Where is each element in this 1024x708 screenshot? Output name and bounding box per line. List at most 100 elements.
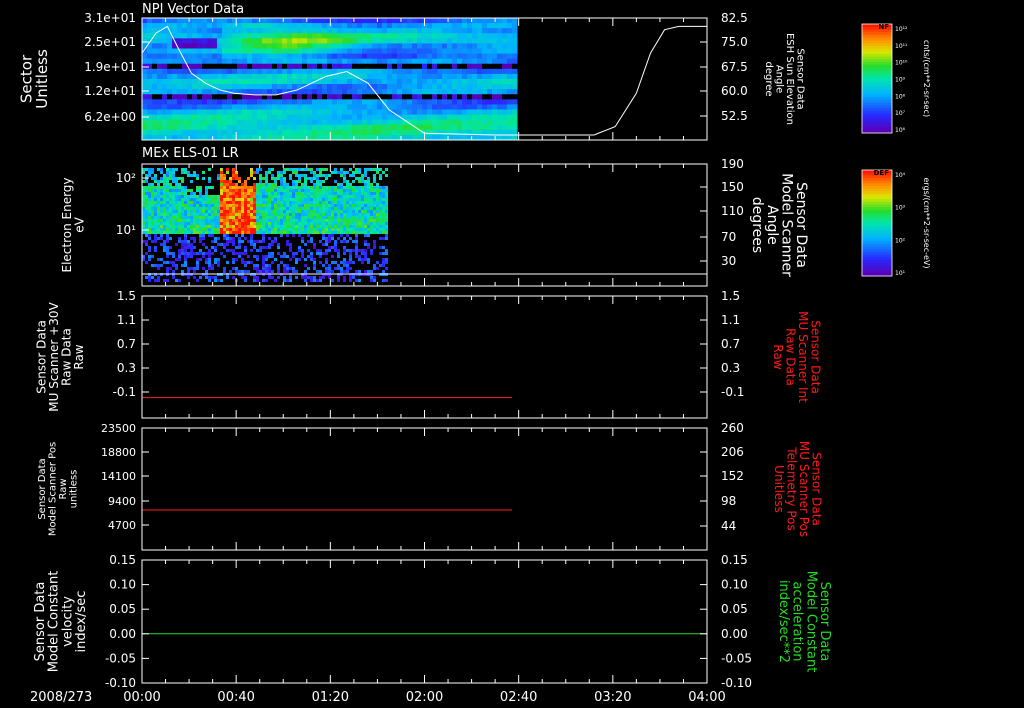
spectrogram-cell xyxy=(482,79,488,85)
spectrogram-cell xyxy=(212,63,218,70)
spectrogram-cell xyxy=(147,28,153,34)
spectrogram-cell xyxy=(232,94,238,100)
spectrogram-cell xyxy=(157,267,160,270)
spectrogram-cell xyxy=(334,186,337,189)
spectrogram-cell xyxy=(362,43,368,49)
spectrogram-cell xyxy=(352,195,355,198)
spectrogram-cell xyxy=(241,201,244,204)
spectrogram-cell xyxy=(145,174,148,177)
spectrogram-cell xyxy=(477,99,483,105)
spectrogram-cell xyxy=(343,240,346,243)
spectrogram-cell xyxy=(157,84,163,90)
spectrogram-cell xyxy=(220,171,223,174)
spectrogram-cell xyxy=(319,219,322,222)
spectrogram-cell xyxy=(342,33,348,39)
spectrogram-cell xyxy=(197,53,203,60)
spectrogram-cell xyxy=(397,18,403,24)
spectrogram-cell xyxy=(312,94,318,100)
spectrogram-cell xyxy=(382,195,385,198)
spectrogram-cell xyxy=(160,198,163,201)
spectrogram-cell xyxy=(340,207,343,210)
spectrogram-cell xyxy=(373,201,376,204)
spectrogram-cell xyxy=(172,195,175,198)
spectrogram-cell xyxy=(358,255,361,258)
spectrogram-cell xyxy=(145,192,148,195)
spectrogram-cell xyxy=(187,124,193,131)
spectrogram-cell xyxy=(272,124,278,131)
spectrogram-cell xyxy=(325,228,328,231)
spectrogram-cell xyxy=(304,174,307,177)
spectrogram-cell xyxy=(302,94,308,100)
spectrogram-cell xyxy=(214,225,217,228)
spectrogram-cell xyxy=(297,23,303,29)
spectrogram-cell xyxy=(181,177,184,180)
spectrogram-cell xyxy=(244,222,247,225)
spectrogram-cell xyxy=(307,204,310,207)
panel3-y2tick-label: 1.5 xyxy=(721,289,740,303)
spectrogram-cell xyxy=(457,114,463,121)
spectrogram-cell xyxy=(160,213,163,216)
spectrogram-cell xyxy=(325,243,328,246)
spectrogram-cell xyxy=(310,216,313,219)
spectrogram-cell xyxy=(457,38,463,44)
spectrogram-cell xyxy=(472,28,478,34)
time-tick-label: 01:20 xyxy=(312,690,349,705)
spectrogram-cell xyxy=(212,119,218,126)
spectrogram-cell xyxy=(148,249,151,252)
spectrogram-cell xyxy=(167,43,173,49)
spectrogram-cell xyxy=(467,84,473,90)
spectrogram-cell xyxy=(172,104,178,110)
spectrogram-cell xyxy=(268,171,271,174)
spectrogram-cell xyxy=(229,231,232,234)
spectrogram-cell xyxy=(163,246,166,249)
panel4-ylabel-line: unitless xyxy=(68,470,79,509)
spectrogram-cell xyxy=(217,114,223,121)
spectrogram-cell xyxy=(212,109,218,116)
spectrogram-cell xyxy=(238,204,241,207)
spectrogram-cell xyxy=(497,23,503,29)
spectrogram-cell xyxy=(502,48,508,55)
spectrogram-cell xyxy=(157,73,163,80)
spectrogram-cell xyxy=(442,48,448,55)
spectrogram-cell xyxy=(157,222,160,225)
spectrogram-cell xyxy=(217,210,220,213)
spectrogram-cell xyxy=(387,119,393,126)
spectrogram-cell xyxy=(313,213,316,216)
spectrogram-cell xyxy=(208,201,211,204)
spectrogram-cell xyxy=(148,225,151,228)
spectrogram-cell xyxy=(212,28,218,34)
spectrogram-cell xyxy=(382,261,385,264)
spectrogram-cell xyxy=(205,213,208,216)
spectrogram-cell xyxy=(347,28,353,34)
spectrogram-cell xyxy=(342,18,348,24)
spectrogram-cell xyxy=(364,258,367,261)
spectrogram-cell xyxy=(437,38,443,44)
spectrogram-cell xyxy=(184,252,187,255)
spectrogram-cell xyxy=(377,68,383,75)
spectrogram-cell xyxy=(376,225,379,228)
spectrogram-cell xyxy=(169,177,172,180)
panel1-ylabel: SectorUnitless xyxy=(17,49,51,109)
spectrogram-cell xyxy=(247,18,253,24)
spectrogram-cell xyxy=(226,231,229,234)
spectrogram-cell xyxy=(163,198,166,201)
spectrogram-cell xyxy=(256,207,259,210)
spectrogram-cell xyxy=(172,63,178,70)
spectrogram-cell xyxy=(237,129,243,136)
spectrogram-cell xyxy=(322,23,328,29)
spectrogram-cell xyxy=(412,33,418,39)
spectrogram-cell xyxy=(487,99,493,105)
spectrogram-cell xyxy=(235,177,238,180)
spectrogram-cell xyxy=(187,53,193,60)
spectrogram-cell xyxy=(182,109,188,116)
spectrogram-cell xyxy=(292,225,295,228)
spectrogram-cell xyxy=(313,258,316,261)
spectrogram-cell xyxy=(177,28,183,34)
spectrogram-cell xyxy=(412,79,418,85)
spectrogram-cell xyxy=(412,119,418,126)
spectrogram-cell xyxy=(232,216,235,219)
spectrogram-cell xyxy=(379,168,382,171)
spectrogram-cell xyxy=(262,192,265,195)
spectrogram-cell xyxy=(222,73,228,80)
spectrogram-cell xyxy=(358,189,361,192)
